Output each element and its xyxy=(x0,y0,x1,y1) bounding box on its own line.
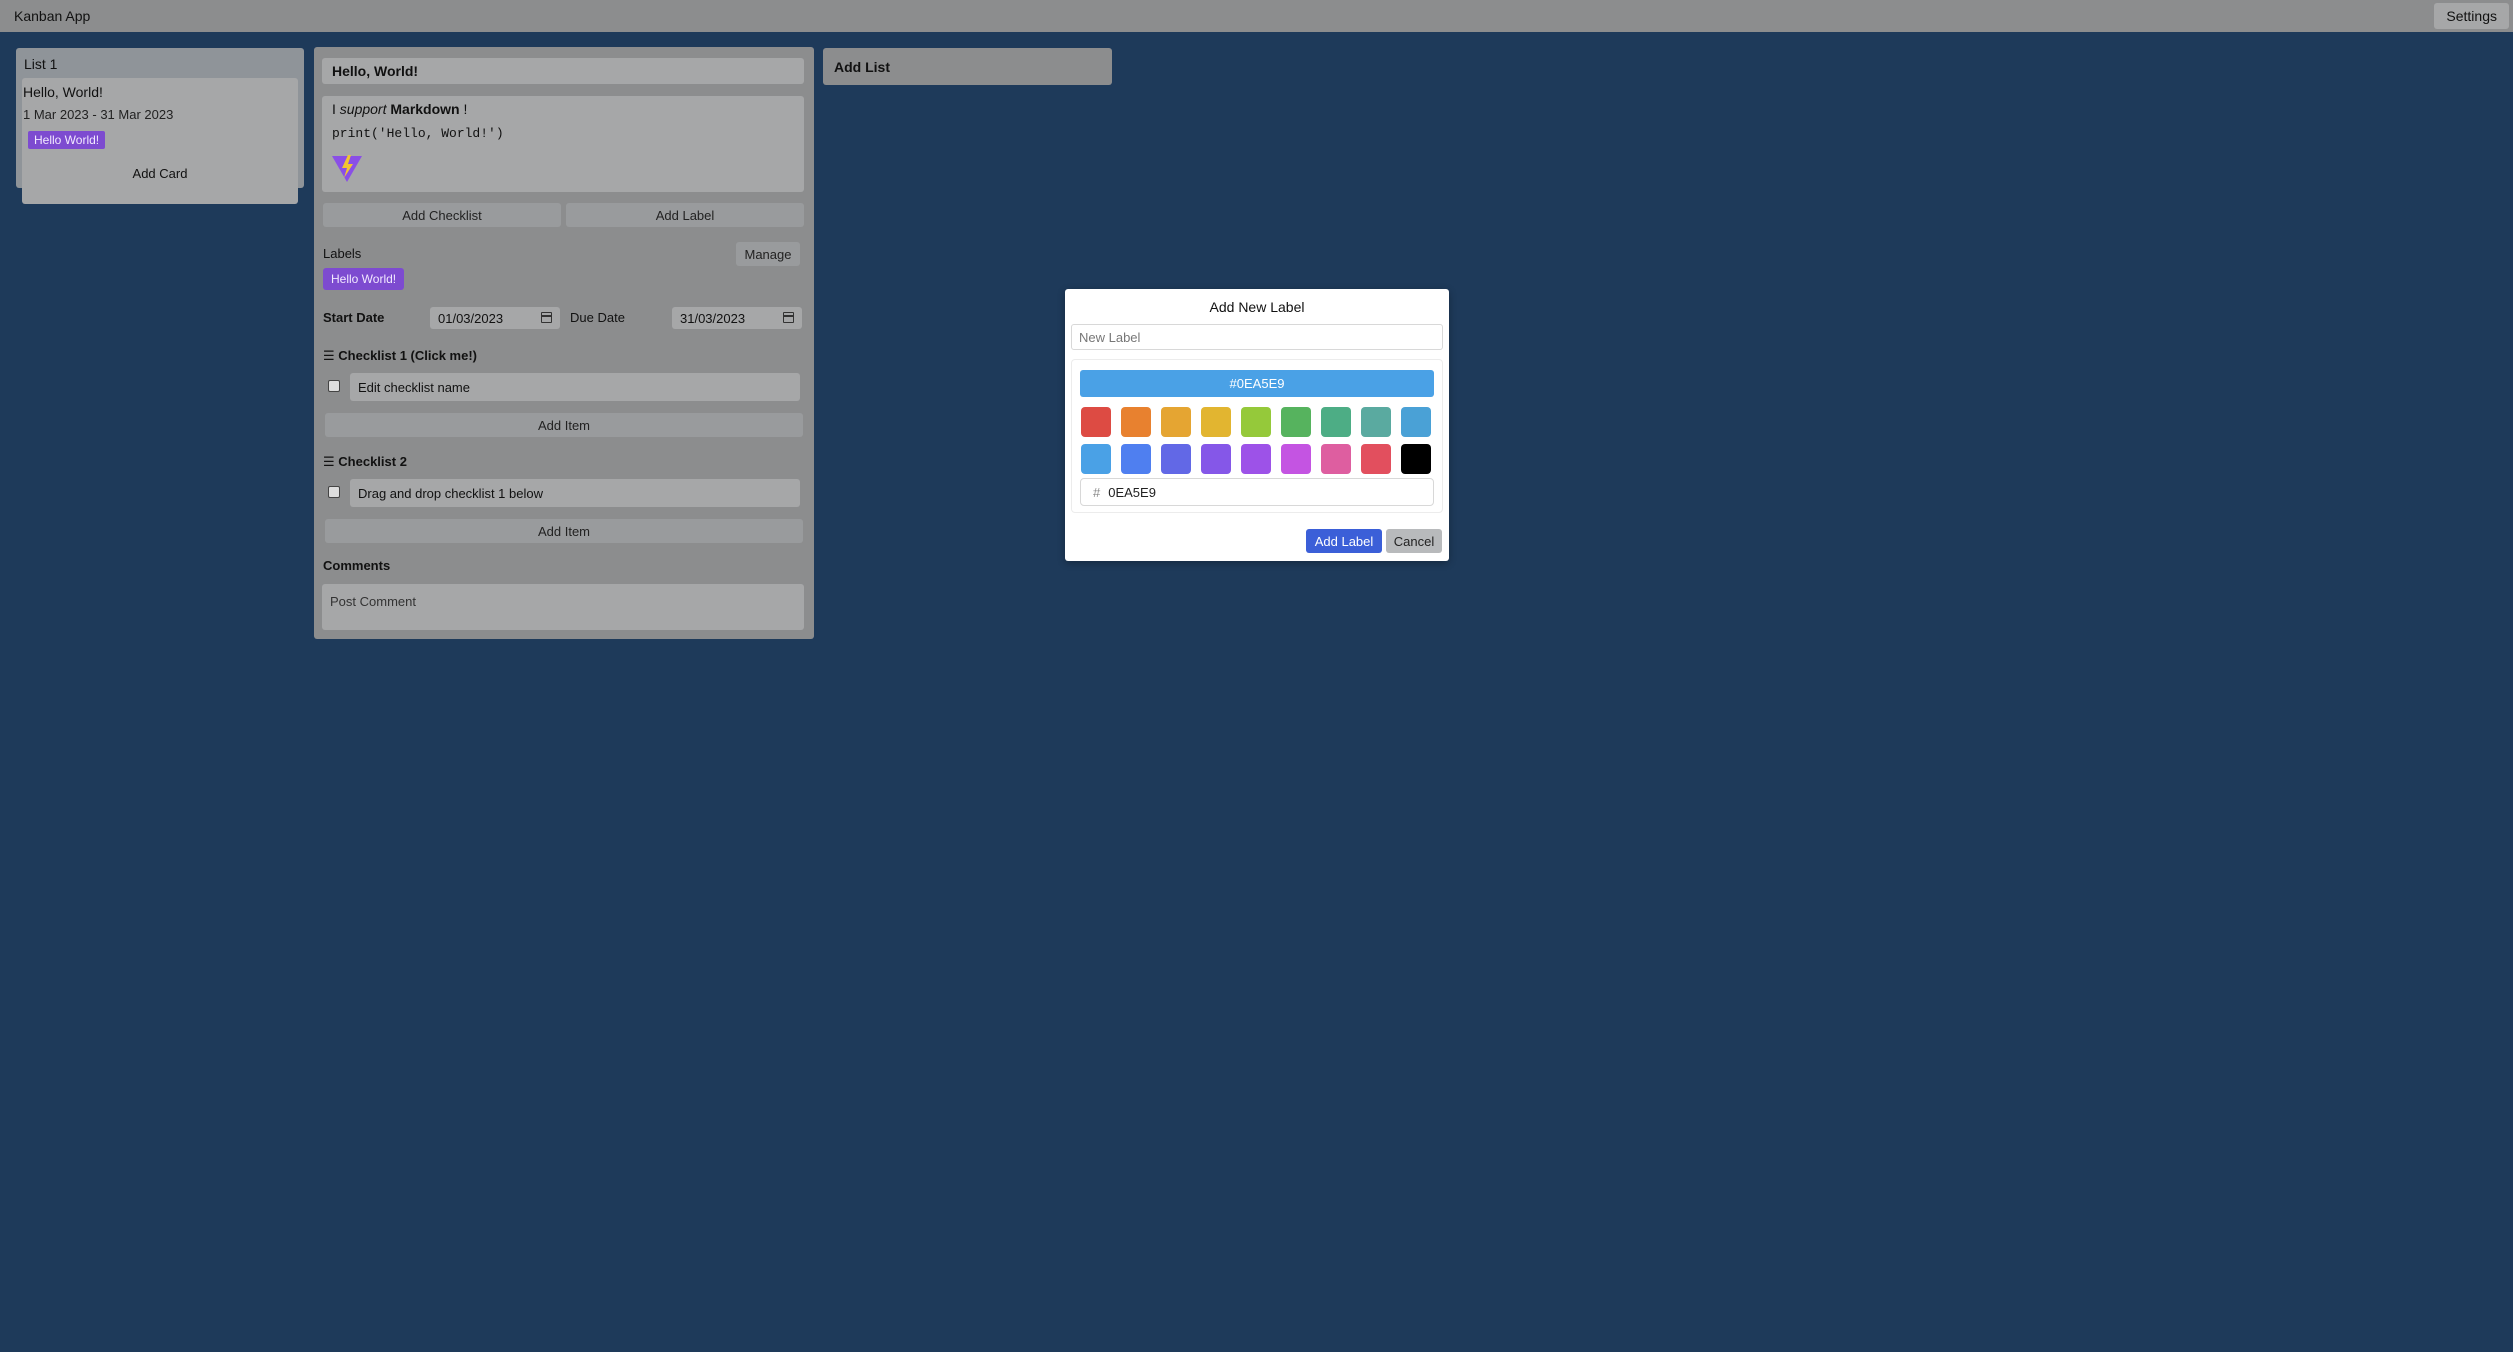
description-code: print('Hello, World!') xyxy=(332,126,504,141)
checklist-item[interactable]: Drag and drop checklist 1 below xyxy=(350,479,800,507)
add-item-button[interactable]: Add Item xyxy=(325,413,803,437)
add-card-button[interactable]: Add Card xyxy=(16,160,304,186)
new-label-input[interactable] xyxy=(1071,324,1443,350)
checklist-item-text: Edit checklist name xyxy=(358,379,470,395)
add-list-button[interactable]: Add List xyxy=(823,48,1112,85)
hex-value: 0EA5E9 xyxy=(1108,484,1156,500)
color-swatch[interactable] xyxy=(1121,444,1151,474)
start-date-label: Start Date xyxy=(323,310,385,325)
color-swatch[interactable] xyxy=(1361,407,1391,437)
hex-prefix: # xyxy=(1093,484,1101,500)
color-swatch[interactable] xyxy=(1401,444,1431,474)
color-swatch[interactable] xyxy=(1321,444,1351,474)
color-swatch[interactable] xyxy=(1161,407,1191,437)
color-swatch[interactable] xyxy=(1121,407,1151,437)
color-swatch[interactable] xyxy=(1281,407,1311,437)
color-swatch[interactable] xyxy=(1281,444,1311,474)
checklist-title-text: Checklist 1 (Click me!) xyxy=(338,348,477,363)
comments-heading: Comments xyxy=(323,558,391,573)
add-item-button[interactable]: Add Item xyxy=(325,519,803,543)
list-title[interactable]: List 1 xyxy=(24,56,57,72)
description-markdown-line: I support Markdown ! xyxy=(332,101,467,117)
color-swatch[interactable] xyxy=(1201,444,1231,474)
checklist-item-checkbox[interactable] xyxy=(328,486,340,498)
card-detail-title: Hello, World! xyxy=(332,63,419,79)
color-swatch[interactable] xyxy=(1241,444,1271,474)
comment-input[interactable]: Post Comment xyxy=(322,584,804,630)
modal-title: Add New Label xyxy=(1209,299,1305,315)
start-date-input[interactable]: 01/03/2023 xyxy=(430,307,560,329)
labels-heading: Labels xyxy=(323,246,362,261)
calendar-icon[interactable] xyxy=(783,312,794,323)
start-date-value: 01/03/2023 xyxy=(438,310,504,326)
due-date-value: 31/03/2023 xyxy=(680,310,746,326)
card-title: Hello, World! xyxy=(23,84,103,100)
add-checklist-button[interactable]: Add Checklist xyxy=(323,203,561,227)
checklist-item-checkbox[interactable] xyxy=(328,380,340,392)
calendar-icon[interactable] xyxy=(541,312,552,323)
card-title-field[interactable]: Hello, World! xyxy=(322,58,804,84)
md-text: I xyxy=(332,101,340,117)
md-strong: Markdown xyxy=(390,101,460,117)
color-swatch[interactable] xyxy=(1081,407,1111,437)
checklist-item-text: Drag and drop checklist 1 below xyxy=(358,485,543,501)
color-picker: #0EA5E9 # 0EA5E9 xyxy=(1071,359,1443,513)
color-swatch[interactable] xyxy=(1081,444,1111,474)
top-bar: Kanban App Settings xyxy=(0,0,2513,32)
selected-color-preview: #0EA5E9 xyxy=(1080,370,1434,397)
vite-logo-icon xyxy=(331,152,363,184)
checklist-title-text: Checklist 2 xyxy=(338,454,407,469)
md-emphasis: support xyxy=(339,101,387,117)
add-label-submit-button[interactable]: Add Label xyxy=(1306,529,1382,553)
color-swatch[interactable] xyxy=(1241,407,1271,437)
drag-handle-icon[interactable]: ☰ xyxy=(323,348,335,363)
app-title: Kanban App xyxy=(14,8,91,24)
cancel-button[interactable]: Cancel xyxy=(1386,529,1442,553)
due-date-input[interactable]: 31/03/2023 xyxy=(672,307,802,329)
add-label-modal: Add New Label #0EA5E9 # 0EA5E9 Add Label… xyxy=(1065,289,1449,561)
drag-handle-icon[interactable]: ☰ xyxy=(323,454,335,469)
md-suffix: ! xyxy=(459,101,468,117)
card-label-badge: Hello World! xyxy=(28,131,106,149)
color-swatch[interactable] xyxy=(1401,407,1431,437)
settings-button[interactable]: Settings xyxy=(2434,3,2509,29)
card-dates: 1 Mar 2023 - 31 Mar 2023 xyxy=(23,107,174,122)
color-swatch[interactable] xyxy=(1201,407,1231,437)
add-label-button[interactable]: Add Label xyxy=(566,203,804,227)
checklist-item[interactable]: Edit checklist name xyxy=(350,373,800,401)
checklist-title[interactable]: ☰ Checklist 1 (Click me!) xyxy=(323,348,477,364)
color-swatch[interactable] xyxy=(1321,407,1351,437)
manage-labels-button[interactable]: Manage xyxy=(736,242,800,266)
color-swatch[interactable] xyxy=(1161,444,1191,474)
due-date-label: Due Date xyxy=(570,310,625,325)
label-chip[interactable]: Hello World! xyxy=(323,268,405,290)
color-swatch[interactable] xyxy=(1361,444,1391,474)
hex-input[interactable]: # 0EA5E9 xyxy=(1080,478,1434,506)
checklist-title[interactable]: ☰ Checklist 2 xyxy=(323,454,407,470)
